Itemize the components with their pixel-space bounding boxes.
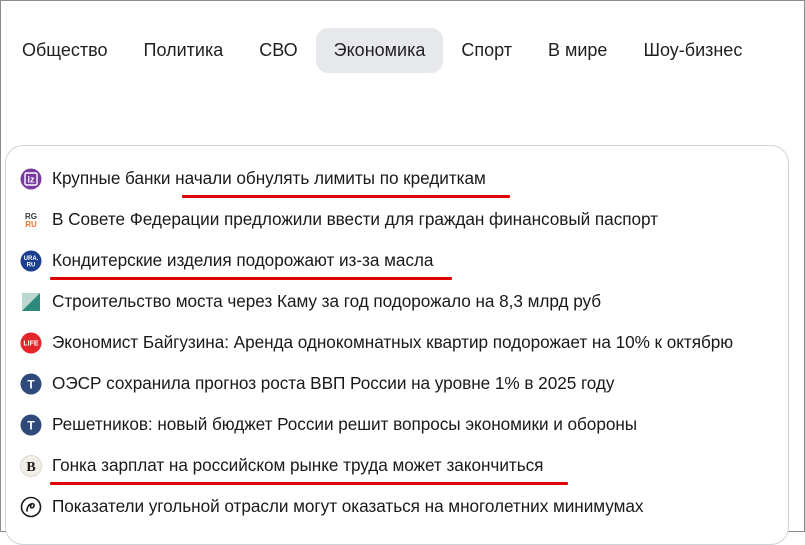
news-headline[interactable]: Показатели угольной отрасли могут оказат… (52, 496, 643, 517)
izvestia-icon: iz (20, 168, 42, 190)
news-headline[interactable]: Крупные банки начали обнулять лимиты по … (52, 168, 486, 189)
news-item[interactable]: B Гонка зарплат на российском рынке труд… (20, 445, 790, 486)
category-tabs: Общество Политика СВО Экономика Спорт В … (4, 28, 760, 73)
news-headline[interactable]: Гонка зарплат на российском рынке труда … (52, 455, 543, 476)
t-circle-icon: T (20, 414, 42, 436)
news-headline[interactable]: Кондитерские изделия подорожают из-за ма… (52, 250, 433, 271)
svg-text:RU: RU (25, 220, 37, 229)
tab-sport[interactable]: Спорт (443, 28, 530, 73)
vedomosti-icon: B (20, 454, 42, 477)
svg-text:T: T (27, 418, 35, 432)
life-icon: LIFE (20, 332, 42, 354)
svg-text:T: T (27, 377, 35, 391)
news-item[interactable]: T Решетников: новый бюджет России решит … (20, 404, 790, 445)
t-circle-icon: T (20, 373, 42, 395)
news-headline[interactable]: Решетников: новый бюджет России решит во… (52, 414, 637, 435)
red-underline (50, 482, 568, 485)
news-headline[interactable]: Экономист Байгузина: Аренда однокомнатны… (52, 332, 733, 353)
news-item[interactable]: T ОЭСР сохранила прогноз роста ВВП Росси… (20, 363, 790, 404)
ura-ru-icon: URA. RU (20, 250, 42, 272)
tab-world[interactable]: В мире (530, 28, 625, 73)
red-underline (50, 277, 452, 280)
tab-showbiz[interactable]: Шоу-бизнес (625, 28, 760, 73)
red-underline (182, 195, 510, 198)
tab-politics[interactable]: Политика (126, 28, 242, 73)
news-headline[interactable]: ОЭСР сохранила прогноз роста ВВП России … (52, 373, 615, 394)
news-item[interactable]: Показатели угольной отрасли могут оказат… (20, 486, 790, 527)
news-item[interactable]: iz Крупные банки начали обнулять лимиты … (20, 158, 790, 199)
news-headline[interactable]: Строительство моста через Каму за год по… (52, 291, 601, 312)
svg-text:URA.: URA. (24, 256, 39, 262)
news-list: iz Крупные банки начали обнулять лимиты … (20, 158, 790, 527)
izvestia-mark: iz (27, 174, 35, 184)
tab-society[interactable]: Общество (4, 28, 126, 73)
rg-icon: RG RU (20, 209, 42, 231)
svg-text:RU: RU (27, 262, 36, 268)
news-item[interactable]: LIFE Экономист Байгузина: Аренда одноком… (20, 322, 790, 363)
svg-text:B: B (26, 460, 35, 475)
triangle-logo-icon (20, 291, 42, 313)
news-item[interactable]: RG RU В Совете Федерации предложили ввес… (20, 199, 790, 240)
news-headline[interactable]: В Совете Федерации предложили ввести для… (52, 209, 658, 230)
news-item[interactable]: URA. RU Кондитерские изделия подорожают … (20, 240, 790, 281)
tab-economy[interactable]: Экономика (315, 28, 444, 73)
news-item[interactable]: Строительство моста через Каму за год по… (20, 281, 790, 322)
tab-svo[interactable]: СВО (241, 28, 315, 73)
svg-text:LIFE: LIFE (23, 340, 38, 347)
swirl-logo-icon (20, 496, 42, 518)
